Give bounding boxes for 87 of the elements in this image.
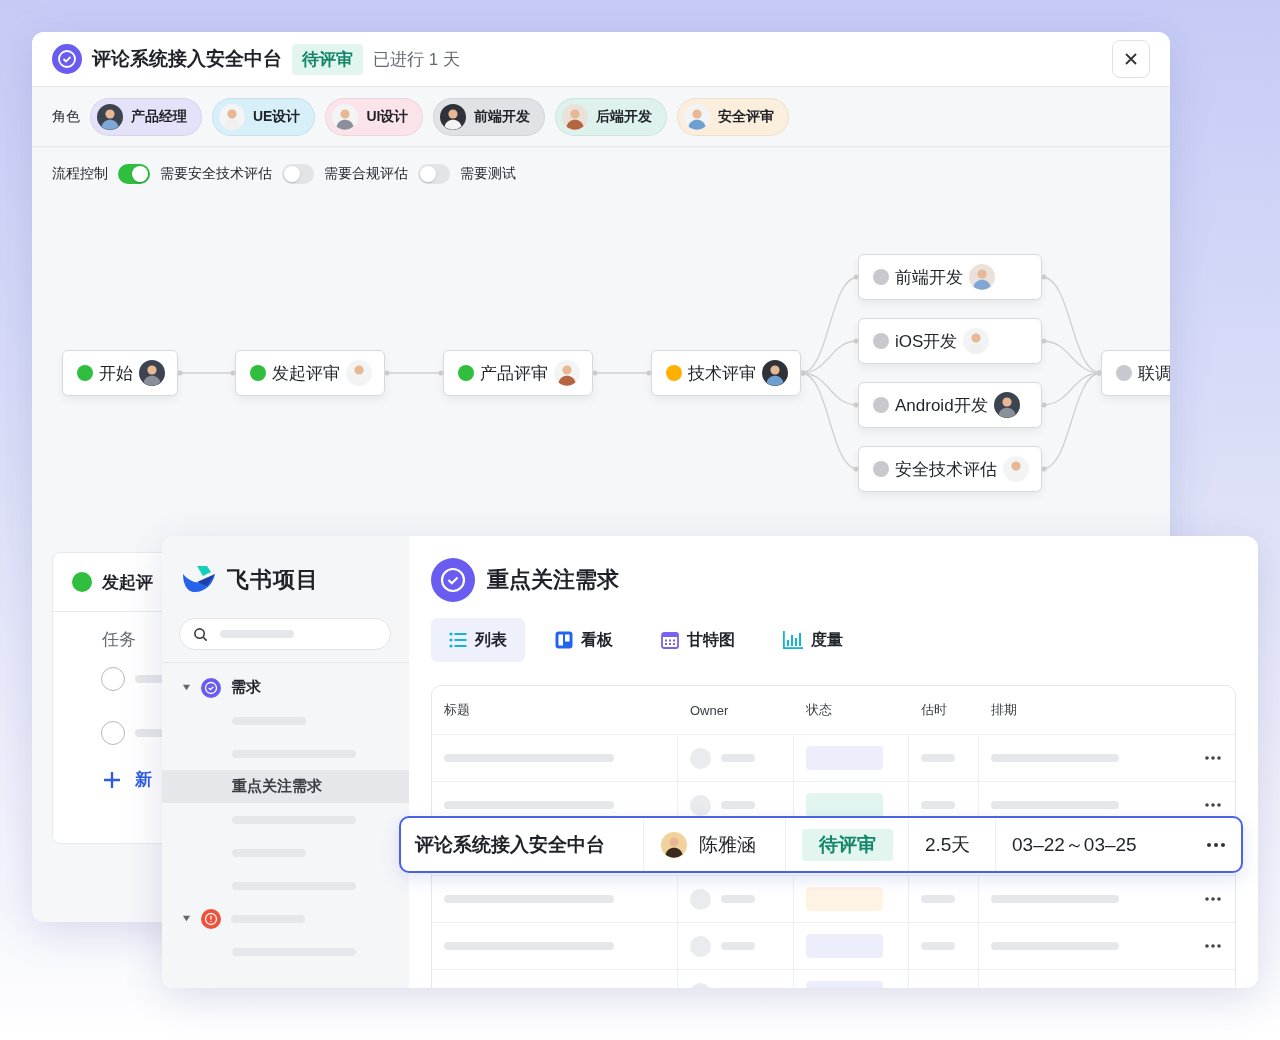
tree-item[interactable]: 重点关注需求 [162, 770, 409, 803]
role-chip[interactable]: UI设计 [325, 97, 424, 136]
avatar-icon [219, 103, 245, 130]
elapsed-time: 已进行 1 天 [373, 48, 460, 71]
check-circle-icon [52, 44, 82, 74]
highlighted-row[interactable]: 评论系统接入安全中台 陈雅涵 待评审 2.5天 03–22～03–25 [399, 816, 1243, 873]
avatar-icon [661, 831, 687, 858]
alert-icon [201, 908, 221, 929]
column-header: 状态 [805, 701, 833, 719]
status-tag: 待评审 [292, 43, 363, 75]
status-tag: 待评审 [801, 828, 893, 861]
avatar-icon [684, 103, 711, 130]
list-icon [449, 631, 467, 649]
close-icon [1124, 52, 1138, 66]
add-task-button[interactable]: 新 [103, 768, 152, 791]
column-header: Owner [689, 701, 730, 720]
search-field[interactable] [179, 618, 391, 650]
toggle-switch[interactable] [418, 164, 450, 184]
connector-line [592, 370, 652, 376]
view-tab[interactable]: 列表 [431, 618, 525, 662]
column-header: 估时 [920, 701, 948, 719]
skeleton-bar [721, 895, 755, 903]
avatar-icon [440, 103, 467, 130]
flow-node[interactable]: iOS开发 [858, 318, 1042, 364]
flow-node[interactable]: Android开发 [858, 382, 1042, 428]
skeleton-bar [921, 942, 955, 950]
avatar-icon [562, 103, 589, 130]
skeleton-bar [921, 801, 955, 809]
skeleton-bar [921, 754, 955, 762]
roles-label: 角色 [52, 107, 80, 126]
more-icon[interactable] [1205, 944, 1221, 948]
board-icon [555, 631, 573, 649]
check-circle-icon [431, 558, 475, 602]
stage-title: 发起评 [102, 571, 153, 594]
view-tab[interactable]: 看板 [537, 618, 631, 662]
avatar-placeholder [690, 888, 711, 910]
title-cell: 评论系统接入安全中台 [401, 818, 644, 871]
caret-icon[interactable] [182, 914, 191, 923]
flow-control-label: 流程控制 [52, 165, 108, 183]
flow-node[interactable]: 开始 [62, 350, 178, 396]
bar-chart-icon [783, 631, 803, 649]
search-icon [193, 626, 208, 642]
toggle-label: 需要测试 [460, 165, 516, 183]
section-label: 任务 [102, 630, 136, 649]
role-chip[interactable]: 后端开发 [555, 97, 668, 136]
check-circle-icon [201, 677, 221, 698]
toggle-switch[interactable] [282, 164, 314, 184]
skeleton-bar [921, 895, 955, 903]
more-icon[interactable] [1205, 897, 1221, 901]
avatar-icon [97, 103, 123, 130]
flow-node[interactable]: 产品评审 [443, 350, 593, 396]
page-title: 重点关注需求 [487, 566, 619, 594]
role-chip[interactable]: 安全评审 [677, 97, 790, 136]
toggle-label: 需要合规评估 [324, 165, 408, 183]
skeleton-bar [721, 801, 755, 809]
more-icon[interactable] [1207, 842, 1225, 847]
connector-line [177, 370, 236, 376]
calendar-icon [661, 631, 679, 649]
toggle-switch[interactable] [118, 164, 150, 184]
column-header: 排期 [990, 701, 1018, 719]
toggle-label: 需要安全技术评估 [160, 165, 272, 183]
skeleton-bar [721, 942, 755, 950]
flow-node[interactable]: 前端开发 [858, 254, 1042, 300]
app-name: 飞书项目 [227, 566, 319, 594]
flow-node[interactable]: 技术评审 [651, 350, 801, 396]
flow-node[interactable]: 安全技术评估 [858, 446, 1042, 492]
connector-line [384, 370, 444, 376]
avatar-icon [332, 103, 359, 130]
role-chip[interactable]: 产品经理 [90, 97, 202, 136]
estimate-cell: 2.5天 [909, 818, 996, 871]
plus-icon [103, 770, 121, 789]
more-icon[interactable] [1205, 803, 1221, 807]
more-icon[interactable] [1205, 756, 1221, 760]
window-title: 评论系统接入安全中台 [92, 47, 282, 71]
role-chip[interactable]: UE设计 [212, 97, 316, 136]
tree-group-label[interactable]: 需求 [231, 678, 261, 697]
view-tab[interactable]: 甘特图 [643, 618, 753, 662]
column-header: 标题 [443, 701, 471, 719]
view-tab[interactable]: 度量 [765, 618, 861, 662]
close-button[interactable] [1112, 40, 1150, 78]
flow-node[interactable]: 发起评审 [235, 350, 385, 396]
avatar-placeholder [690, 794, 711, 816]
role-chip[interactable]: 前端开发 [433, 97, 546, 136]
owner-name: 陈雅涵 [699, 832, 756, 857]
flow-node[interactable]: 联调 [1101, 350, 1170, 396]
skeleton-bar [721, 754, 755, 762]
schedule-cell-text: 03–22～03–25 [1012, 832, 1137, 857]
